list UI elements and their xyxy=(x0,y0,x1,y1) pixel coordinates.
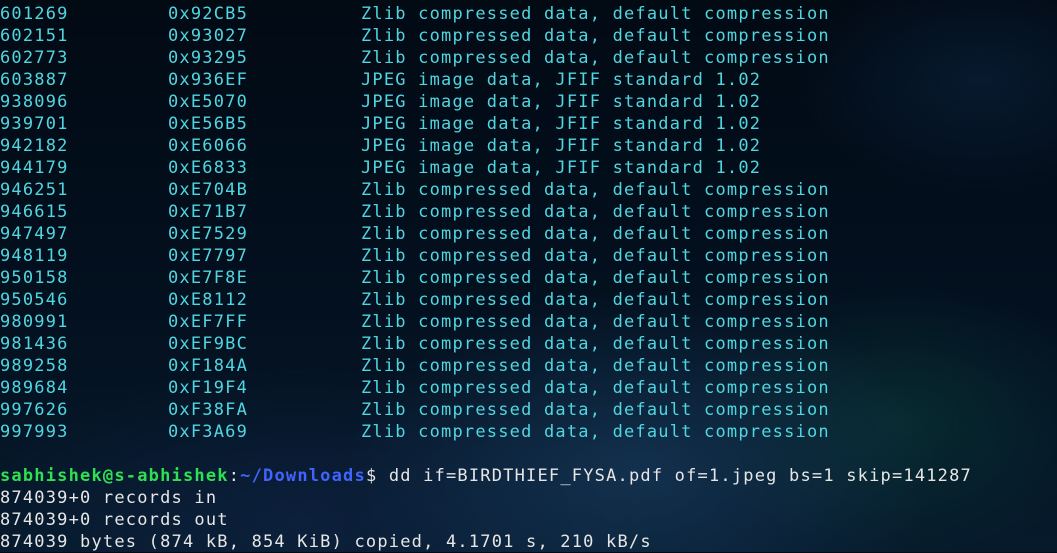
scan-description: JPEG image data, JFIF standard 1.02 xyxy=(361,158,762,178)
prompt-dollar: $ xyxy=(365,466,389,486)
scan-hex-offset: 0xE71B7 xyxy=(168,202,249,222)
prompt-separator: : xyxy=(228,466,241,486)
scan-hex-offset: 0xE7797 xyxy=(168,246,249,266)
scan-description: Zlib compressed data, default compressio… xyxy=(361,224,830,244)
scan-description: Zlib compressed data, default compressio… xyxy=(361,400,830,420)
scan-description: Zlib compressed data, default compressio… xyxy=(361,290,830,310)
scan-row: 944179 0xE6833 JPEG image data, JFIF stand… xyxy=(0,157,1057,179)
scan-row: 603887 0x936EF JPEG image data, JFIF stand… xyxy=(0,69,1057,91)
scan-decimal-offset: 950546 xyxy=(0,290,69,310)
scan-hex-offset: 0xE6833 xyxy=(168,158,249,178)
scan-decimal-offset: 989258 xyxy=(0,356,69,376)
scan-decimal-offset: 602773 xyxy=(0,48,69,68)
scan-row: 946615 0xE71B7 Zlib compressed data, defau… xyxy=(0,201,1057,223)
scan-description: Zlib compressed data, default compressio… xyxy=(361,26,830,46)
scan-row: 989258 0xF184A Zlib compressed data, defau… xyxy=(0,355,1057,377)
scan-hex-offset: 0x92CB5 xyxy=(168,4,249,24)
output-line: 874039+0 records in xyxy=(0,488,218,508)
scan-decimal-offset: 947497 xyxy=(0,224,69,244)
scan-decimal-offset: 603887 xyxy=(0,70,69,90)
scan-decimal-offset: 948119 xyxy=(0,246,69,266)
scan-description: Zlib compressed data, default compressio… xyxy=(361,422,830,442)
scan-hex-offset: 0xE7529 xyxy=(168,224,249,244)
scan-description: JPEG image data, JFIF standard 1.02 xyxy=(361,92,762,112)
scan-hex-offset: 0xE7F8E xyxy=(168,268,249,288)
scan-row: 989684 0xF19F4 Zlib compressed data, defau… xyxy=(0,377,1057,399)
scan-decimal-offset: 981436 xyxy=(0,334,69,354)
scan-decimal-offset: 946251 xyxy=(0,180,69,200)
output-line: 874039+0 records out xyxy=(0,510,229,530)
scan-description: JPEG image data, JFIF standard 1.02 xyxy=(361,70,762,90)
scan-hex-offset: 0x93295 xyxy=(168,48,249,68)
scan-description: Zlib compressed data, default compressio… xyxy=(361,180,830,200)
scan-decimal-offset: 602151 xyxy=(0,26,69,46)
scan-description: Zlib compressed data, default compressio… xyxy=(361,268,830,288)
scan-decimal-offset: 938096 xyxy=(0,92,69,112)
scan-decimal-offset: 997626 xyxy=(0,400,69,420)
scan-hex-offset: 0xE704B xyxy=(168,180,249,200)
scan-hex-offset: 0xF184A xyxy=(168,356,249,376)
scan-row: 948119 0xE7797 Zlib compressed data, defau… xyxy=(0,245,1057,267)
scan-row: 950546 0xE8112 Zlib compressed data, defau… xyxy=(0,289,1057,311)
scan-decimal-offset: 942182 xyxy=(0,136,69,156)
scan-decimal-offset: 989684 xyxy=(0,378,69,398)
scan-description: Zlib compressed data, default compressio… xyxy=(361,48,830,68)
scan-hex-offset: 0xE56B5 xyxy=(168,114,249,134)
scan-row: 601269 0x92CB5 Zlib compressed data, defau… xyxy=(0,3,1057,25)
scan-row: 939701 0xE56B5 JPEG image data, JFIF stand… xyxy=(0,113,1057,135)
scan-hex-offset: 0xEF7FF xyxy=(168,312,249,332)
binwalk-scan-output: 601269 0x92CB5 Zlib compressed data, defau… xyxy=(0,3,1057,443)
scan-hex-offset: 0xF19F4 xyxy=(168,378,249,398)
scan-row: 981436 0xEF9BC Zlib compressed data, defau… xyxy=(0,333,1057,355)
scan-hex-offset: 0xF38FA xyxy=(168,400,249,420)
scan-row: 980991 0xEF7FF Zlib compressed data, defau… xyxy=(0,311,1057,333)
prompt-user-host: sabhishek@s-abhishek xyxy=(0,466,229,486)
scan-row: 997626 0xF38FA Zlib compressed data, defau… xyxy=(0,399,1057,421)
scan-description: JPEG image data, JFIF standard 1.02 xyxy=(361,114,762,134)
scan-hex-offset: 0xF3A69 xyxy=(168,422,249,442)
scan-row: 938096 0xE5070 JPEG image data, JFIF stand… xyxy=(0,91,1057,113)
scan-row: 946251 0xE704B Zlib compressed data, defau… xyxy=(0,179,1057,201)
scan-decimal-offset: 601269 xyxy=(0,4,69,24)
scan-decimal-offset: 939701 xyxy=(0,114,69,134)
scan-hex-offset: 0xE5070 xyxy=(168,92,249,112)
prompt-path: ~/Downloads xyxy=(240,466,366,486)
scan-description: Zlib compressed data, default compressio… xyxy=(361,356,830,376)
output-line: 874039 bytes (874 kB, 854 KiB) copied, 4… xyxy=(0,532,652,552)
scan-description: Zlib compressed data, default compressio… xyxy=(361,202,830,222)
scan-hex-offset: 0x93027 xyxy=(168,26,249,46)
scan-row: 997993 0xF3A69 Zlib compressed data, defau… xyxy=(0,421,1057,443)
scan-description: Zlib compressed data, default compressio… xyxy=(361,4,830,24)
scan-row: 942182 0xE6066 JPEG image data, JFIF stand… xyxy=(0,135,1057,157)
command-text: dd if=BIRDTHIEF_FYSA.pdf of=1.jpeg bs=1 … xyxy=(388,466,972,486)
scan-row: 950158 0xE7F8E Zlib compressed data, defau… xyxy=(0,267,1057,289)
scan-row: 602773 0x93295 Zlib compressed data, defau… xyxy=(0,47,1057,69)
scan-description: Zlib compressed data, default compressio… xyxy=(361,334,830,354)
scan-hex-offset: 0xE8112 xyxy=(168,290,249,310)
scan-decimal-offset: 944179 xyxy=(0,158,69,178)
scan-description: Zlib compressed data, default compressio… xyxy=(361,378,830,398)
scan-description: JPEG image data, JFIF standard 1.02 xyxy=(361,136,762,156)
scan-decimal-offset: 980991 xyxy=(0,312,69,332)
scan-hex-offset: 0xE6066 xyxy=(168,136,249,156)
scan-description: Zlib compressed data, default compressio… xyxy=(361,312,830,332)
scan-row: 602151 0x93027 Zlib compressed data, defau… xyxy=(0,25,1057,47)
scan-decimal-offset: 946615 xyxy=(0,202,69,222)
terminal-window[interactable]: 601269 0x92CB5 Zlib compressed data, defau… xyxy=(0,3,1057,552)
scan-decimal-offset: 997993 xyxy=(0,422,69,442)
scan-decimal-offset: 950158 xyxy=(0,268,69,288)
scan-row: 947497 0xE7529 Zlib compressed data, defau… xyxy=(0,223,1057,245)
scan-hex-offset: 0x936EF xyxy=(168,70,249,90)
scan-description: Zlib compressed data, default compressio… xyxy=(361,246,830,266)
prompt-line: sabhishek@s-abhishek:~/Downloads$ dd if=… xyxy=(0,465,1057,487)
scan-hex-offset: 0xEF9BC xyxy=(168,334,249,354)
